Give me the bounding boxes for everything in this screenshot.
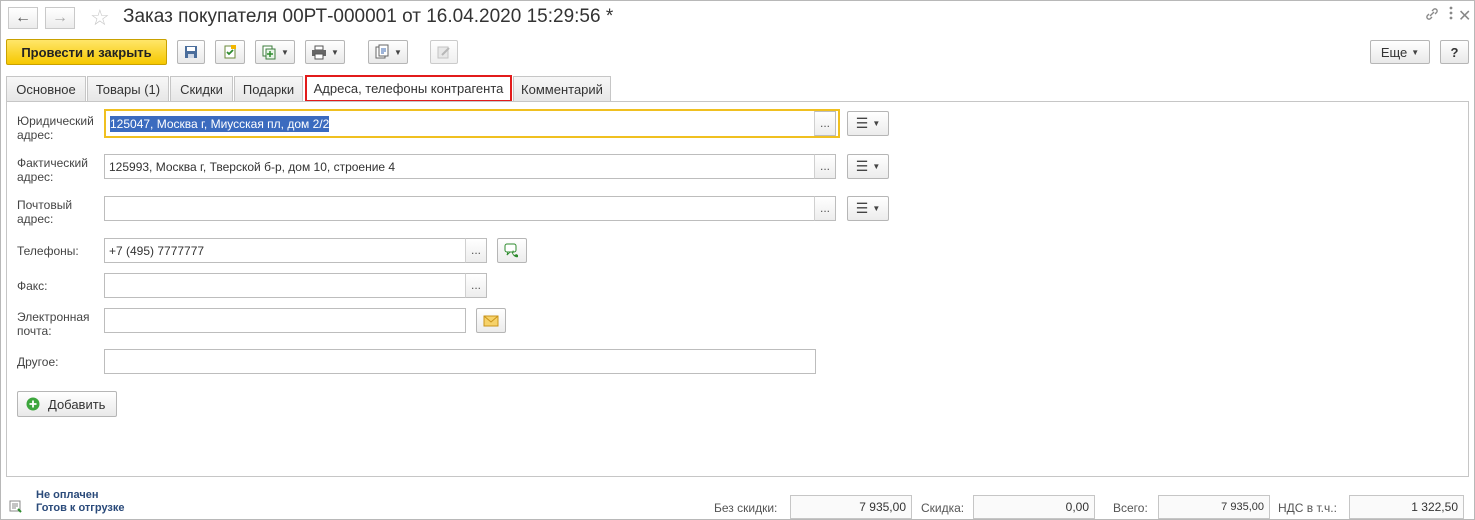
- postal-address-label: Почтовый адрес:: [17, 198, 73, 226]
- actual-address-menu-button[interactable]: ☰ ▼: [847, 154, 889, 179]
- link-icon[interactable]: [1425, 7, 1439, 24]
- chevron-down-icon: ▼: [331, 47, 339, 57]
- phone-call-icon: [504, 243, 518, 257]
- postal-address-field[interactable]: [104, 196, 815, 221]
- forward-button[interactable]: →: [45, 7, 75, 29]
- postal-address-select-button[interactable]: ...: [814, 196, 836, 221]
- chevron-down-icon: ▼: [872, 162, 881, 171]
- chevron-down-icon: ▼: [872, 119, 881, 128]
- plus-circle-icon: [26, 397, 40, 411]
- discount-label: Скидка:: [921, 501, 965, 515]
- legal-address-menu-button[interactable]: ☰ ▼: [847, 111, 889, 136]
- hamburger-menu-icon: ☰: [855, 158, 869, 174]
- fax-select-button[interactable]: ...: [465, 273, 487, 298]
- add-label: Добавить: [48, 396, 106, 412]
- tab-gifts[interactable]: Подарки: [234, 76, 303, 102]
- edit-button[interactable]: [430, 40, 458, 64]
- printer-icon: [312, 45, 327, 60]
- print-button[interactable]: ▼: [305, 40, 345, 64]
- email-field[interactable]: [104, 308, 466, 333]
- help-button[interactable]: ?: [1440, 40, 1469, 64]
- vat-value: 1 322,50: [1349, 495, 1464, 519]
- total-value: 7 935,00: [1158, 495, 1270, 519]
- chevron-down-icon: ▼: [281, 47, 289, 57]
- other-field[interactable]: [104, 349, 816, 374]
- tab-contractor-addresses[interactable]: Адреса, телефоны контрагента: [305, 75, 512, 102]
- fax-field[interactable]: [104, 273, 466, 298]
- legal-address-label: Юридический адрес:: [17, 114, 94, 142]
- legal-address-field[interactable]: 125047, Москва г, Миусская пл, дом 2/2: [104, 109, 840, 138]
- post-and-close-label: Провести и закрыть: [21, 44, 152, 60]
- payment-status[interactable]: Не оплачен: [36, 489, 98, 501]
- phones-select-button[interactable]: ...: [465, 238, 487, 263]
- edit-pencil-icon: [437, 46, 450, 59]
- legal-address-value: 125047, Москва г, Миусская пл, дом 2/2: [110, 115, 330, 132]
- total-label: Всего:: [1113, 501, 1148, 515]
- fax-label: Факс:: [17, 279, 48, 293]
- actual-address-select-button[interactable]: ...: [814, 154, 836, 179]
- help-label: ?: [1450, 44, 1459, 60]
- document-window: ← → ☆ Заказ покупателя 00РТ-000001 от 16…: [0, 0, 1475, 520]
- reports-button[interactable]: ▼: [368, 40, 408, 64]
- save-button[interactable]: [177, 40, 205, 64]
- tab-main[interactable]: Основное: [6, 76, 86, 102]
- legal-address-select-button[interactable]: ...: [814, 111, 836, 136]
- actual-address-value: 125993, Москва г, Тверской б-р, дом 10, …: [109, 159, 396, 174]
- actual-address-label: Фактический адрес:: [17, 156, 88, 184]
- call-button[interactable]: [497, 238, 527, 263]
- postal-address-menu-button[interactable]: ☰ ▼: [847, 196, 889, 221]
- tab-comment[interactable]: Комментарий: [513, 76, 611, 102]
- chevron-down-icon: ▼: [872, 204, 881, 213]
- discount-value: 0,00: [973, 495, 1095, 519]
- actual-address-field[interactable]: 125993, Москва г, Тверской б-р, дом 10, …: [104, 154, 815, 179]
- back-button[interactable]: ←: [8, 7, 38, 29]
- floppy-disk-icon: [185, 46, 197, 58]
- create-based-on-button[interactable]: ▼: [255, 40, 295, 64]
- phones-field[interactable]: +7 (495) 7777777: [104, 238, 466, 263]
- favorite-star-icon[interactable]: ☆: [90, 5, 110, 31]
- post-and-close-button[interactable]: Провести и закрыть: [6, 39, 167, 65]
- post-button[interactable]: [215, 40, 245, 64]
- chevron-down-icon: ▼: [1411, 47, 1420, 57]
- more-button[interactable]: Еще ▼: [1370, 40, 1430, 64]
- window-title: Заказ покупателя 00РТ-000001 от 16.04.20…: [123, 6, 614, 27]
- vat-label: НДС в т.ч.:: [1278, 501, 1337, 515]
- no-discount-label: Без скидки:: [714, 501, 778, 515]
- tab-discounts[interactable]: Скидки: [170, 76, 233, 102]
- envelope-icon: [483, 315, 499, 326]
- shipping-status[interactable]: Готов к отгрузке: [36, 502, 125, 514]
- hamburger-menu-icon: ☰: [855, 115, 869, 131]
- chevron-down-icon: ▼: [394, 47, 402, 57]
- phones-label: Телефоны:: [17, 244, 79, 258]
- post-document-icon: [224, 45, 236, 59]
- send-email-button[interactable]: [476, 308, 506, 333]
- add-button[interactable]: Добавить: [17, 391, 117, 417]
- create-based-on-icon: [262, 45, 276, 60]
- tab-goods[interactable]: Товары (1): [87, 76, 169, 102]
- history-icon[interactable]: [9, 499, 23, 516]
- arrow-left-icon: ←: [15, 9, 31, 26]
- more-label: Еще: [1380, 44, 1408, 60]
- more-dots-icon[interactable]: [1448, 5, 1454, 24]
- hamburger-menu-icon: ☰: [855, 200, 869, 216]
- email-label: Электронная почта:: [17, 310, 90, 338]
- no-discount-value: 7 935,00: [790, 495, 912, 519]
- other-label: Другое:: [17, 355, 59, 369]
- close-icon[interactable]: ✕: [1458, 6, 1471, 26]
- phones-value: +7 (495) 7777777: [109, 243, 205, 258]
- report-icon: [375, 44, 389, 59]
- arrow-right-icon: →: [52, 9, 68, 26]
